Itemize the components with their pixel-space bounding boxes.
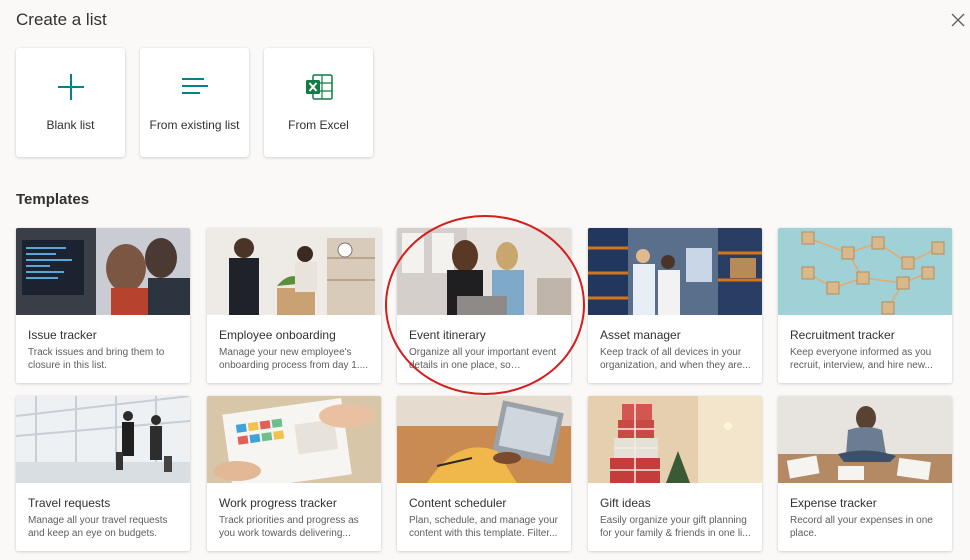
template-card-gift-ideas[interactable]: Gift ideas Easily organize your gift pla… (588, 396, 762, 551)
template-thumbnail (778, 228, 952, 315)
from-excel-button[interactable]: From Excel (264, 48, 373, 157)
template-card-travel-requests[interactable]: Travel requests Manage all your travel r… (16, 396, 190, 551)
template-thumbnail (16, 396, 190, 483)
template-card-content-scheduler[interactable]: Content scheduler Plan, schedule, and ma… (397, 396, 571, 551)
template-description: Keep track of all devices in your organi… (600, 347, 751, 371)
template-description: Easily organize your gift planning for y… (600, 515, 751, 539)
template-name: Asset manager (600, 328, 681, 342)
template-thumbnail (588, 396, 762, 483)
template-card-employee-onboarding[interactable]: Employee onboarding Manage your new empl… (207, 228, 381, 383)
blank-list-label: Blank list (46, 118, 95, 132)
from-existing-list-button[interactable]: From existing list (140, 48, 249, 157)
template-description: Keep everyone informed as you recruit, i… (790, 347, 933, 371)
close-icon[interactable] (950, 12, 966, 28)
template-name: Travel requests (28, 496, 111, 510)
templates-heading: Templates (16, 191, 90, 208)
page-title: Create a list (16, 10, 107, 29)
template-thumbnail (397, 396, 571, 483)
template-name: Expense tracker (790, 496, 877, 510)
template-name: Work progress tracker (219, 496, 337, 510)
template-description: Plan, schedule, and manage your content … (409, 515, 558, 539)
template-description: Track priorities and progress as you wor… (219, 515, 359, 539)
template-card-recruitment-tracker[interactable]: Recruitment tracker Keep everyone inform… (778, 228, 952, 383)
plus-icon (56, 72, 86, 102)
template-thumbnail (588, 228, 762, 315)
template-thumbnail (778, 396, 952, 483)
blank-list-button[interactable]: Blank list (16, 48, 125, 157)
from-excel-label: From Excel (288, 118, 349, 132)
template-name: Event itinerary (409, 328, 486, 342)
template-card-event-itinerary[interactable]: Event itinerary Organize all your import… (397, 228, 571, 383)
template-card-issue-tracker[interactable]: Issue tracker Track issues and bring the… (16, 228, 190, 383)
template-thumbnail (207, 228, 381, 315)
template-description: Organize all your important event detail… (409, 347, 557, 371)
template-name: Issue tracker (28, 328, 97, 342)
template-thumbnail (16, 228, 190, 315)
template-description: Manage all your travel requests and keep… (28, 515, 168, 539)
template-name: Recruitment tracker (790, 328, 895, 342)
excel-icon (304, 72, 334, 102)
template-description: Manage your new employee's onboarding pr… (219, 347, 368, 371)
template-card-asset-manager[interactable]: Asset manager Keep track of all devices … (588, 228, 762, 383)
template-description: Track issues and bring them to closure i… (28, 347, 165, 371)
template-name: Gift ideas (600, 496, 651, 510)
template-name: Employee onboarding (219, 328, 336, 342)
template-card-work-progress-tracker[interactable]: Work progress tracker Track priorities a… (207, 396, 381, 551)
template-thumbnail (207, 396, 381, 483)
template-description: Record all your expenses in one place. (790, 515, 933, 539)
from-existing-list-label: From existing list (149, 118, 240, 132)
template-card-expense-tracker[interactable]: Expense tracker Record all your expenses… (778, 396, 952, 551)
template-thumbnail (397, 228, 571, 315)
template-name: Content scheduler (409, 496, 507, 510)
list-lines-icon (180, 72, 210, 102)
